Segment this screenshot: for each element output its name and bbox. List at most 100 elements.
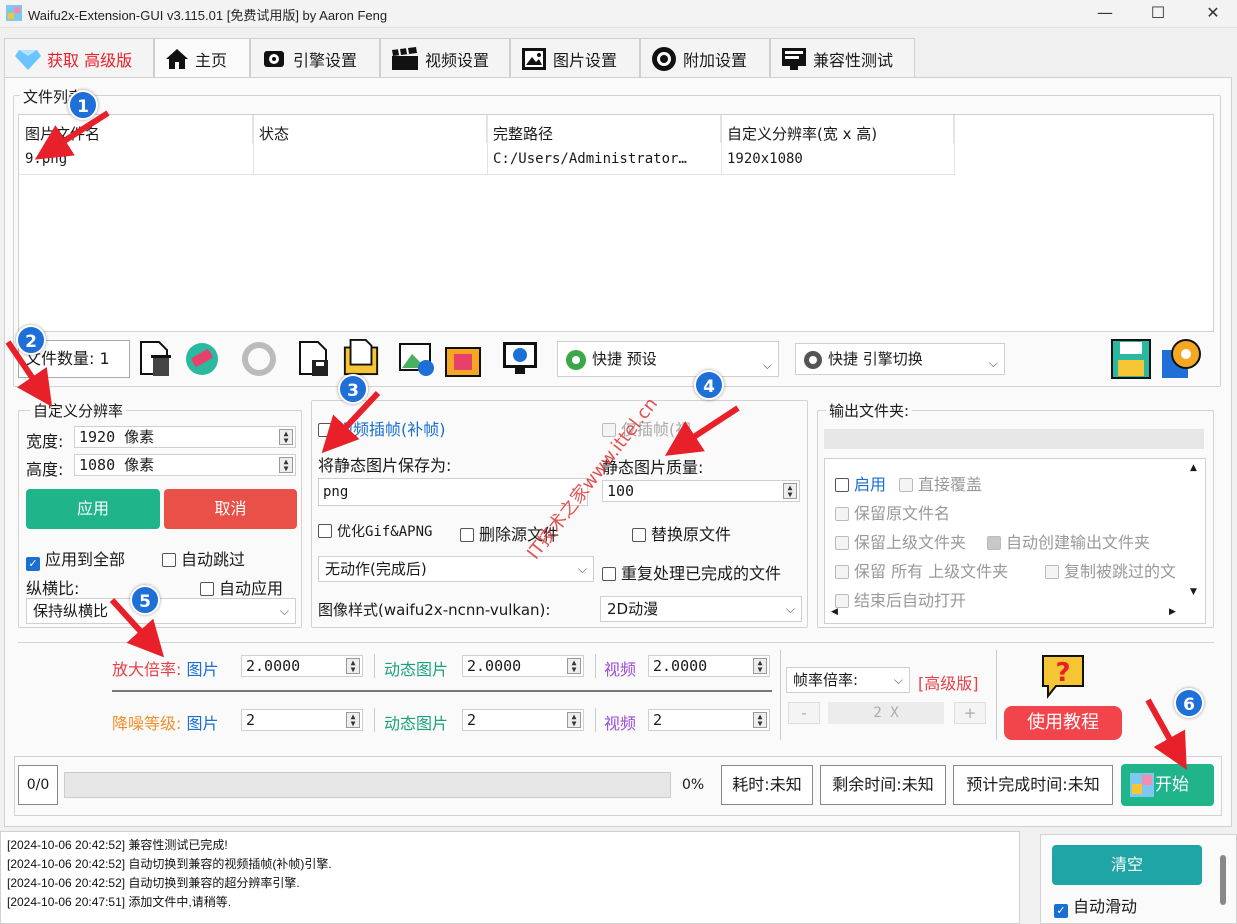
power-monitor-icon[interactable] (501, 340, 539, 378)
tab-label: 图片设置 (553, 50, 618, 70)
height-value: 1080 像素 (79, 456, 155, 474)
replace-source-checkbox[interactable]: 替换原文件 (632, 521, 731, 545)
fps-plus-button[interactable]: + (954, 702, 986, 724)
open-folder-icon[interactable] (444, 340, 482, 378)
save-settings-icon[interactable] (1110, 338, 1154, 380)
save-format-input[interactable]: png (318, 478, 588, 506)
col-divider (721, 115, 722, 175)
start-label: 开始 (1155, 775, 1189, 795)
auto-apply-checkbox[interactable]: 自动应用 (200, 575, 283, 599)
tab-premium[interactable]: 获取 高级版 (4, 38, 154, 78)
spin-arrows[interactable]: ▲ ▼ (279, 457, 293, 473)
spin-arrows[interactable]: ▲ ▼ (346, 658, 360, 674)
cell-path: C:/Users/Administrator… (493, 151, 687, 167)
scale-video-spinbox[interactable]: 2.0000 ▲ ▼ (648, 655, 770, 677)
fps-minus-button[interactable]: - (788, 702, 820, 724)
cancel-button[interactable]: 取消 (164, 489, 297, 529)
auto-skip-checkbox[interactable]: 自动跳过 (162, 546, 245, 570)
fps-dropdown[interactable]: 帧率倍率: ⌵ (786, 667, 910, 693)
checkbox-icon (835, 565, 849, 579)
progress-percent: 0% (682, 777, 705, 793)
optimize-gif-checkbox[interactable]: 优化Gif&APNG (318, 521, 432, 541)
col-filename[interactable]: 图片文件名 (19, 115, 253, 143)
close-button[interactable]: ✕ (1190, 0, 1236, 28)
side-scrollbar[interactable] (1220, 855, 1226, 905)
width-spinbox[interactable]: 1920 像素 ▲ ▼ (74, 426, 296, 448)
keep-all-checkbox[interactable]: 保留 所有 上级文件夹 (835, 558, 1008, 582)
denoise-video-spinbox[interactable]: 2 ▲ ▼ (648, 709, 770, 731)
scroll-down-icon[interactable]: ▼ (1190, 587, 1197, 597)
eraser-icon[interactable] (183, 340, 221, 378)
output-path-input[interactable] (824, 429, 1204, 449)
height-spinbox[interactable]: 1080 像素 ▲ ▼ (74, 454, 296, 476)
table-row[interactable]: 9.png C:/Users/Administrator… 1920x1080 (19, 115, 955, 175)
spin-arrows[interactable]: ▲ ▼ (753, 658, 767, 674)
reprocess-checkbox[interactable]: 重复处理已完成的文件 (602, 560, 781, 584)
tab-extra-settings[interactable]: 附加设置 (640, 38, 770, 78)
checkbox-icon (200, 582, 214, 596)
scroll-left-icon[interactable]: ◀ (831, 607, 838, 617)
premium-label[interactable]: [高级版] (918, 670, 979, 694)
log-output[interactable]: [2024-10-06 20:42:52] 兼容性测试已完成! [2024-10… (0, 831, 1020, 924)
keep-parent-checkbox[interactable]: 保留上级文件夹 (835, 529, 966, 553)
scale-gif-spinbox[interactable]: 2.0000 ▲ ▼ (462, 655, 584, 677)
spin-arrows[interactable]: ▲ ▼ (279, 429, 293, 445)
elapsed-time: 耗时:未知 (721, 765, 813, 805)
svg-text:?: ? (1055, 658, 1070, 688)
checkbox-icon (460, 528, 474, 542)
add-image-icon[interactable] (398, 340, 436, 378)
file-table[interactable]: 图片文件名 状态 完整路径 自定义分辨率(宽 x 高) 9.png C:/Use… (18, 114, 1214, 332)
app-logo-icon (6, 5, 22, 21)
scale-image-spinbox[interactable]: 2.0000 ▲ ▼ (241, 655, 363, 677)
auto-scroll-checkbox[interactable]: ✓ 自动滑动 (1054, 893, 1137, 918)
scroll-up-icon[interactable]: ▲ (1190, 463, 1197, 473)
video-interp-checkbox[interactable]: 视频插帧(补帧) (318, 416, 446, 440)
divider (595, 708, 596, 732)
tutorial-button[interactable]: 使用教程 (1004, 706, 1122, 740)
col-status[interactable]: 状态 (253, 115, 487, 143)
tab-home[interactable]: 主页 (154, 38, 250, 78)
preset-dropdown[interactable]: 快捷 预设 ⌵ (557, 341, 779, 377)
quality-spinbox[interactable]: 100 ▲ ▼ (602, 480, 800, 502)
minimize-button[interactable]: — (1082, 0, 1128, 28)
spin-arrows[interactable]: ▲ ▼ (567, 712, 581, 728)
enable-output-checkbox[interactable]: 启用 (835, 471, 886, 495)
fps-value[interactable]: 2 X (828, 702, 944, 724)
save-list-icon[interactable] (296, 340, 334, 378)
load-list-icon[interactable] (342, 338, 380, 376)
apply-all-checkbox[interactable]: ✓ 应用到全部 (26, 546, 125, 571)
output-options-list: 启用 直接覆盖 保留原文件名 保留上级文件夹 自动创建输出文件夹 保留 所有 上… (824, 458, 1206, 624)
spin-arrows[interactable]: ▲ ▼ (753, 712, 767, 728)
engine-switch-dropdown[interactable]: 快捷 引擎切换 ⌵ (795, 343, 1005, 375)
col-resolution[interactable]: 自定义分辨率(宽 x 高) (721, 115, 954, 143)
tab-engine-settings[interactable]: 引擎设置 (250, 38, 380, 78)
after-action-dropdown[interactable]: 无动作(完成后) ⌵ (318, 556, 594, 582)
copy-skipped-checkbox[interactable]: 复制被跳过的文 (1045, 558, 1185, 582)
spin-arrows[interactable]: ▲ ▼ (567, 658, 581, 674)
spin-arrows[interactable]: ▲ ▼ (783, 483, 797, 499)
vertical-scrollbar[interactable]: ▲ ▼ (1187, 461, 1203, 621)
refresh-icon[interactable] (240, 340, 278, 378)
scale-gif-value: 2.0000 (467, 657, 522, 675)
apply-button[interactable]: 应用 (26, 489, 160, 529)
clear-log-button[interactable]: 清空 (1052, 845, 1202, 885)
tab-video-settings[interactable]: 视频设置 (380, 38, 510, 78)
help-question-icon[interactable]: ? (1040, 653, 1086, 699)
aspect-dropdown[interactable]: 保持纵横比 ⌵ (26, 598, 296, 624)
spin-arrows[interactable]: ▲ ▼ (346, 712, 360, 728)
auto-create-checkbox[interactable]: 自动创建输出文件夹 (987, 529, 1150, 553)
keep-name-checkbox[interactable]: 保留原文件名 (835, 500, 950, 524)
maximize-button[interactable]: ☐ (1135, 0, 1181, 28)
style-dropdown[interactable]: 2D动漫 ⌵ (600, 596, 802, 622)
horizontal-scrollbar[interactable]: ◀ ▶ (829, 605, 1185, 621)
col-path[interactable]: 完整路径 (487, 115, 721, 143)
denoise-image-spinbox[interactable]: 2 ▲ ▼ (241, 709, 363, 731)
tab-image-settings[interactable]: 图片设置 (510, 38, 640, 78)
start-button[interactable]: 开始 (1121, 764, 1214, 806)
denoise-gif-spinbox[interactable]: 2 ▲ ▼ (462, 709, 584, 731)
tab-compat-test[interactable]: 兼容性测试 (770, 38, 915, 78)
overwrite-checkbox[interactable]: 直接覆盖 (899, 471, 982, 495)
settings-gear-icon[interactable] (1160, 338, 1202, 380)
scroll-right-icon[interactable]: ▶ (1169, 607, 1176, 617)
remove-file-icon[interactable] (137, 340, 175, 378)
